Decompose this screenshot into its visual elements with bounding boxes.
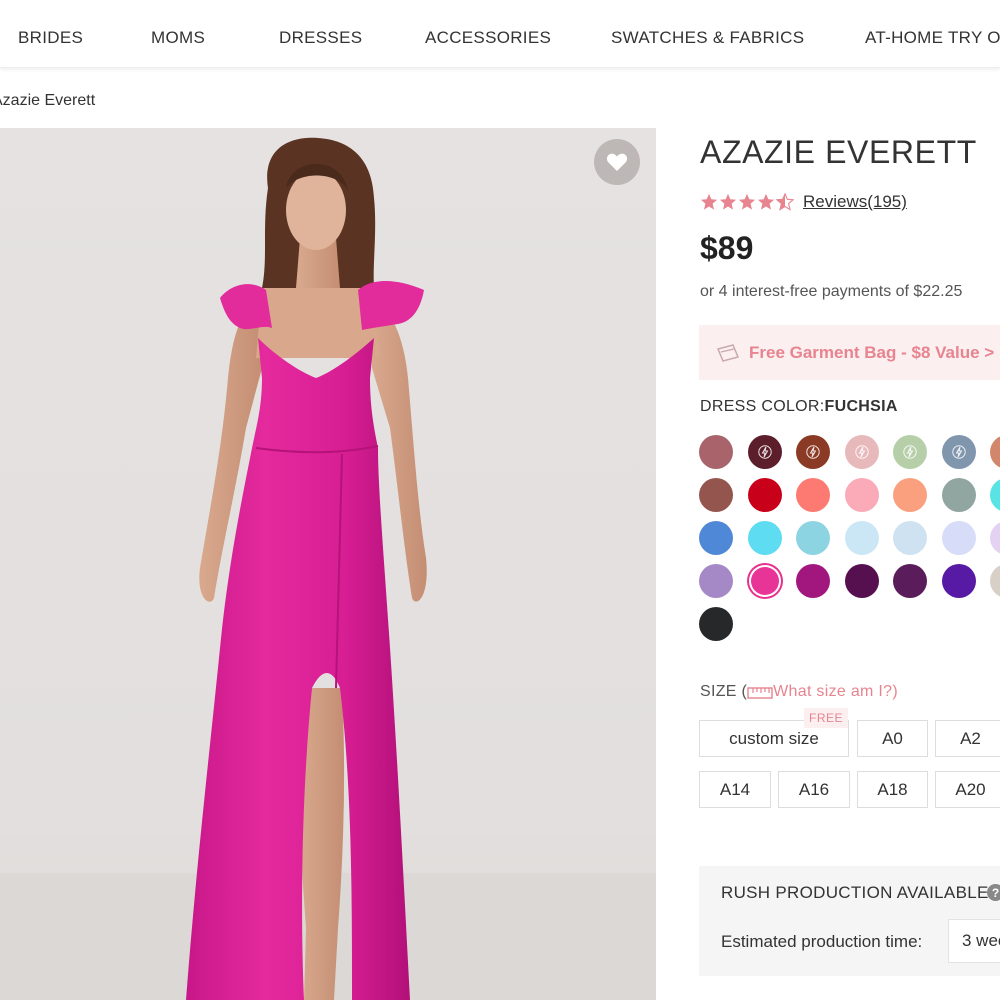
size-a16-button[interactable]: A16 [778,771,850,808]
breadcrumb[interactable]: Azazie Everett [0,92,95,110]
nav-brides[interactable]: BRIDES [18,28,83,48]
color-swatch[interactable] [844,478,879,512]
wishlist-heart-button[interactable] [594,139,640,185]
size-guide-link[interactable]: What size am I? [773,683,892,700]
star-icon [757,193,775,210]
color-swatch[interactable] [893,478,927,512]
color-swatch[interactable] [893,435,927,469]
size-a18-button[interactable]: A18 [857,771,928,808]
color-swatch[interactable] [699,564,733,598]
model-illustration [0,137,656,1000]
color-swatch[interactable] [941,478,976,512]
quick-ship-icon [951,445,966,459]
color-swatch[interactable] [893,521,927,555]
rating-stars [700,193,795,213]
garment-bag-icon [716,343,740,362]
production-time-select[interactable]: 3 weeks [948,919,1000,963]
color-swatch[interactable] [747,435,782,469]
star-icon [700,193,718,210]
color-swatch[interactable] [941,521,976,555]
help-icon[interactable]: ? [987,884,1000,901]
quick-ship-icon [903,445,917,459]
product-title: AZAZIE EVERETT [700,134,977,170]
color-swatch[interactable] [747,521,782,555]
nav-at-home-try-on[interactable]: AT-HOME TRY ON [865,28,1000,48]
quick-ship-icon [806,445,820,459]
product-photo[interactable] [0,128,656,1000]
ruler-icon [747,686,773,699]
color-swatch[interactable] [844,521,879,555]
top-nav: BRIDES MOMS DRESSES ACCESSORIES SWATCHES… [0,0,1000,68]
color-swatch[interactable] [699,435,733,469]
color-swatch[interactable] [796,435,830,469]
color-swatch[interactable] [844,564,879,598]
color-swatch[interactable] [699,521,733,555]
color-swatch[interactable] [844,435,879,469]
rush-title: RUSH PRODUCTION AVAILABLE [721,883,989,902]
star-icon [738,193,756,210]
free-badge: FREE [804,708,848,728]
color-swatch[interactable] [990,564,1000,598]
nav-accessories[interactable]: ACCESSORIES [425,28,551,48]
installments-text: or 4 interest-free payments of $22.25 [700,283,963,300]
size-label: SIZE (What size am I?) [700,683,898,700]
rush-production-panel: RUSH PRODUCTION AVAILABLE ? Estimated pr… [699,866,1000,976]
color-swatch[interactable] [796,521,830,555]
color-swatch[interactable] [747,478,782,512]
dress-color-value: FUCHSIA [824,398,898,415]
nav-dresses[interactable]: DRESSES [279,28,362,48]
size-a14-button[interactable]: A14 [699,771,771,808]
reviews-link[interactable]: Reviews(195) [803,192,907,212]
color-swatch[interactable] [941,435,976,469]
color-swatch[interactable] [699,478,733,512]
dress-color-label: DRESS COLOR:FUCHSIA [700,398,898,416]
size-a2-button[interactable]: A2 [935,720,1000,757]
color-swatch[interactable] [990,521,1000,555]
dress-color-caption: DRESS COLOR: [700,398,825,415]
half-star-icon [776,193,794,211]
quick-ship-icon [757,445,772,459]
color-swatch[interactable] [893,564,927,598]
promo-banner[interactable]: Free Garment Bag - $8 Value > [699,325,1000,380]
color-swatch[interactable] [941,564,976,598]
star-icon [719,193,737,210]
color-swatch[interactable] [796,478,830,512]
color-swatch[interactable] [699,607,733,641]
color-swatch[interactable] [796,564,830,598]
size-a0-button[interactable]: A0 [857,720,928,757]
nav-moms[interactable]: MOMS [151,28,205,48]
heart-icon [606,153,628,171]
price: $89 [700,230,754,266]
color-swatch[interactable] [990,478,1000,512]
color-swatch[interactable] [750,567,779,595]
size-caption: SIZE [700,683,737,700]
nav-swatches-fabrics[interactable]: SWATCHES & FABRICS [611,28,804,48]
production-time-label: Estimated production time: [721,932,923,951]
color-swatch[interactable] [990,435,1000,469]
size-a20-button[interactable]: A20 [935,771,1000,808]
quick-ship-icon [854,445,869,459]
promo-text: Free Garment Bag - $8 Value > [749,342,995,362]
